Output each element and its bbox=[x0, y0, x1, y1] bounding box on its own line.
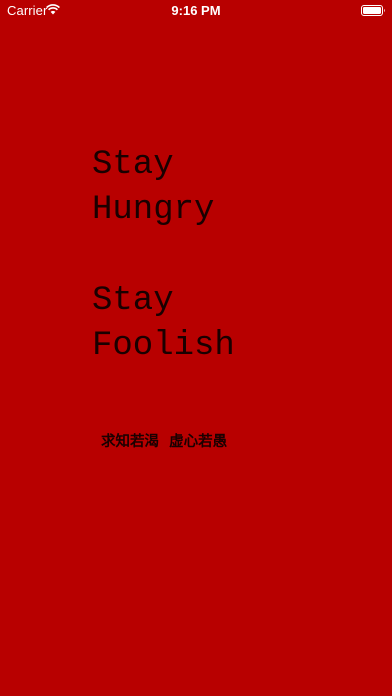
motto-line-hungry: Hungry bbox=[92, 191, 215, 229]
chinese-motto: 求知若渴 虚心若愚 bbox=[101, 434, 228, 450]
motto-line-stay: Stay bbox=[92, 146, 174, 184]
status-bar: Carrier 9:16 PM bbox=[0, 0, 392, 20]
status-time: 9:16 PM bbox=[171, 3, 221, 18]
motto-line-foolish: Foolish bbox=[92, 327, 235, 365]
motto-line-stay-2: Stay bbox=[92, 282, 174, 320]
battery-icon bbox=[361, 5, 385, 16]
